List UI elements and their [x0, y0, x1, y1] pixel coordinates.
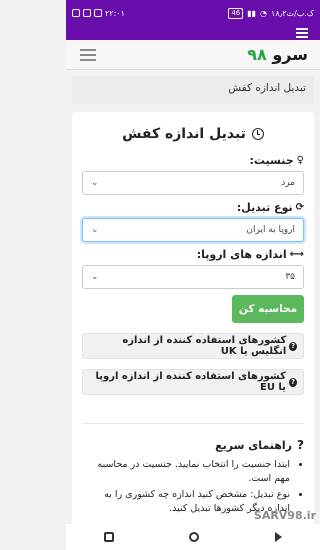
watermark: SARV98.ir: [253, 509, 316, 522]
eu-countries-label: کشورهای استفاده کننده از اندازه اروپا یا…: [95, 371, 286, 393]
guide-item: ابتدا جنسیت را انتخاب نمایید. جنسیت در م…: [82, 458, 290, 486]
home-icon[interactable]: [189, 532, 200, 542]
size-select[interactable]: ۳۵ ⌄: [82, 265, 304, 289]
calculate-button[interactable]: محاسبه کن: [232, 295, 304, 323]
gender-value: مرد: [281, 178, 295, 188]
uk-countries-button[interactable]: ? کشورهای استفاده کننده از اندازه انگلیس…: [82, 333, 304, 359]
top-menu-icon[interactable]: [296, 28, 308, 38]
size-label: ⟷ اندازه های اروپا:: [82, 248, 304, 261]
breadcrumb[interactable]: تبدیل اندازه کفش: [72, 76, 314, 104]
app-icon-1: [72, 9, 80, 17]
person-icon: ♀: [296, 155, 304, 166]
app-icon-2: [83, 9, 91, 17]
conversion-value: اروپا به ایران: [246, 225, 295, 235]
top-bar: [66, 26, 320, 40]
battery-indicator: 46: [228, 7, 244, 19]
clock-time: ۲۲:۰۱: [105, 8, 125, 18]
status-right: ۲۲:۰۱: [72, 9, 125, 18]
page-title-text: تبدیل اندازه کفش: [122, 126, 246, 142]
status-bar: 46 ▮▮ ◔ ۱۸٫۲ک.ب/ث ۲۲:۰۱: [66, 0, 320, 26]
brand-number: ۹۸: [247, 45, 267, 64]
brand-text: سرو: [272, 45, 308, 64]
converter-card: تبدیل اندازه کفش ♀ جنسیت: مرد ⌄ ⟳ نوع تب…: [72, 112, 314, 546]
clock-icon: [251, 128, 264, 140]
question-icon: ?: [288, 377, 297, 387]
back-icon[interactable]: [275, 532, 283, 542]
menu-toggle-icon[interactable]: [80, 48, 96, 61]
uk-countries-label: کشورهای استفاده کننده از اندازه انگلیس ی…: [122, 335, 287, 357]
conversion-select[interactable]: اروپا به ایران ⌄: [82, 218, 304, 242]
divider: [82, 423, 304, 424]
recents-icon[interactable]: [103, 532, 114, 542]
guide-list: ابتدا جنسیت را انتخاب نمایید. جنسیت در م…: [82, 458, 304, 516]
question-icon: ?: [297, 438, 304, 452]
size-value: ۳۵: [285, 272, 295, 282]
arrows-h-icon: ⟷: [289, 249, 304, 260]
status-left: 46 ▮▮ ◔ ۱۸٫۲ک.ب/ث: [228, 7, 314, 19]
wifi-icon: ◔: [260, 8, 268, 18]
conversion-label-text: نوع تبدیل:: [236, 201, 293, 214]
size-label-text: اندازه های اروپا:: [196, 248, 287, 261]
chevron-down-icon: ⌄: [91, 178, 99, 188]
system-nav-bar: [66, 524, 320, 550]
guide-title-text: راهنمای سریع: [215, 438, 293, 452]
eu-countries-button[interactable]: ? کشورهای استفاده کننده از اندازه اروپا …: [82, 369, 304, 395]
chevron-down-icon: ⌄: [91, 272, 99, 282]
brand-logo[interactable]: سرو ۹۸: [247, 45, 308, 64]
gender-label: ♀ جنسیت:: [82, 154, 304, 167]
gender-select[interactable]: مرد ⌄: [82, 171, 304, 195]
question-icon: ?: [289, 341, 297, 351]
guide-title: ? راهنمای سریع: [82, 438, 304, 452]
app-icon-3: [94, 9, 102, 17]
chevron-down-icon: ⌄: [91, 225, 99, 235]
conversion-label: ⟳ نوع تبدیل:: [82, 201, 304, 214]
gender-label-text: جنسیت:: [249, 154, 294, 167]
refresh-icon: ⟳: [295, 202, 304, 213]
navbar: سرو ۹۸: [66, 40, 320, 70]
network-speed: ۱۸٫۲ک.ب/ث: [271, 8, 314, 18]
signal-icon: ▮▮: [247, 8, 257, 18]
page-title: تبدیل اندازه کفش: [82, 126, 304, 142]
